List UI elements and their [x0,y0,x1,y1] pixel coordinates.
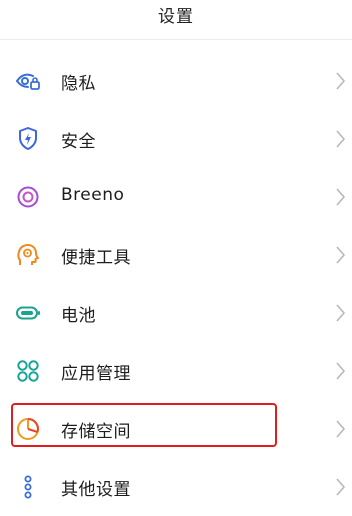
settings-list: 隐私 安全 Breeno 便捷工具 电池 应用管理 存储空间 其他设置 [0,52,352,516]
top-bar: 设置 [0,0,352,32]
battery-icon [14,299,42,327]
settings-item-battery[interactable]: 电池 [0,284,352,342]
chevron-right-icon [334,418,348,440]
settings-item-storage[interactable]: 存储空间 [0,400,352,458]
settings-item-label: 存储空间 [61,422,131,442]
settings-item-other[interactable]: 其他设置 [0,458,352,516]
settings-item-label: 隐私 [61,74,96,94]
settings-item-label: 便捷工具 [61,248,131,268]
chevron-right-icon [334,128,348,150]
breeno-ring-icon [14,183,42,211]
other-settings-dots-icon [14,473,42,501]
settings-item-label: 其他设置 [61,480,131,500]
convenience-tools-icon [14,241,42,269]
settings-item-app-management[interactable]: 应用管理 [0,342,352,400]
storage-pie-icon [14,415,42,443]
settings-item-label: Breeno [61,185,125,205]
chevron-right-icon [334,186,348,208]
settings-item-label: 应用管理 [61,364,131,384]
header-divider [0,39,352,40]
privacy-eye-lock-icon [14,67,42,95]
settings-item-convenience-tools[interactable]: 便捷工具 [0,226,352,284]
chevron-right-icon [334,70,348,92]
chevron-right-icon [334,244,348,266]
security-shield-bolt-icon [14,125,42,153]
settings-item-label: 电池 [61,306,96,326]
settings-item-security[interactable]: 安全 [0,110,352,168]
chevron-right-icon [334,476,348,498]
settings-item-label: 安全 [61,132,96,152]
settings-item-privacy[interactable]: 隐私 [0,52,352,110]
app-management-icon [14,357,42,385]
page-title: 设置 [158,7,194,27]
settings-item-breeno[interactable]: Breeno [0,168,352,226]
chevron-right-icon [334,360,348,382]
chevron-right-icon [334,302,348,324]
